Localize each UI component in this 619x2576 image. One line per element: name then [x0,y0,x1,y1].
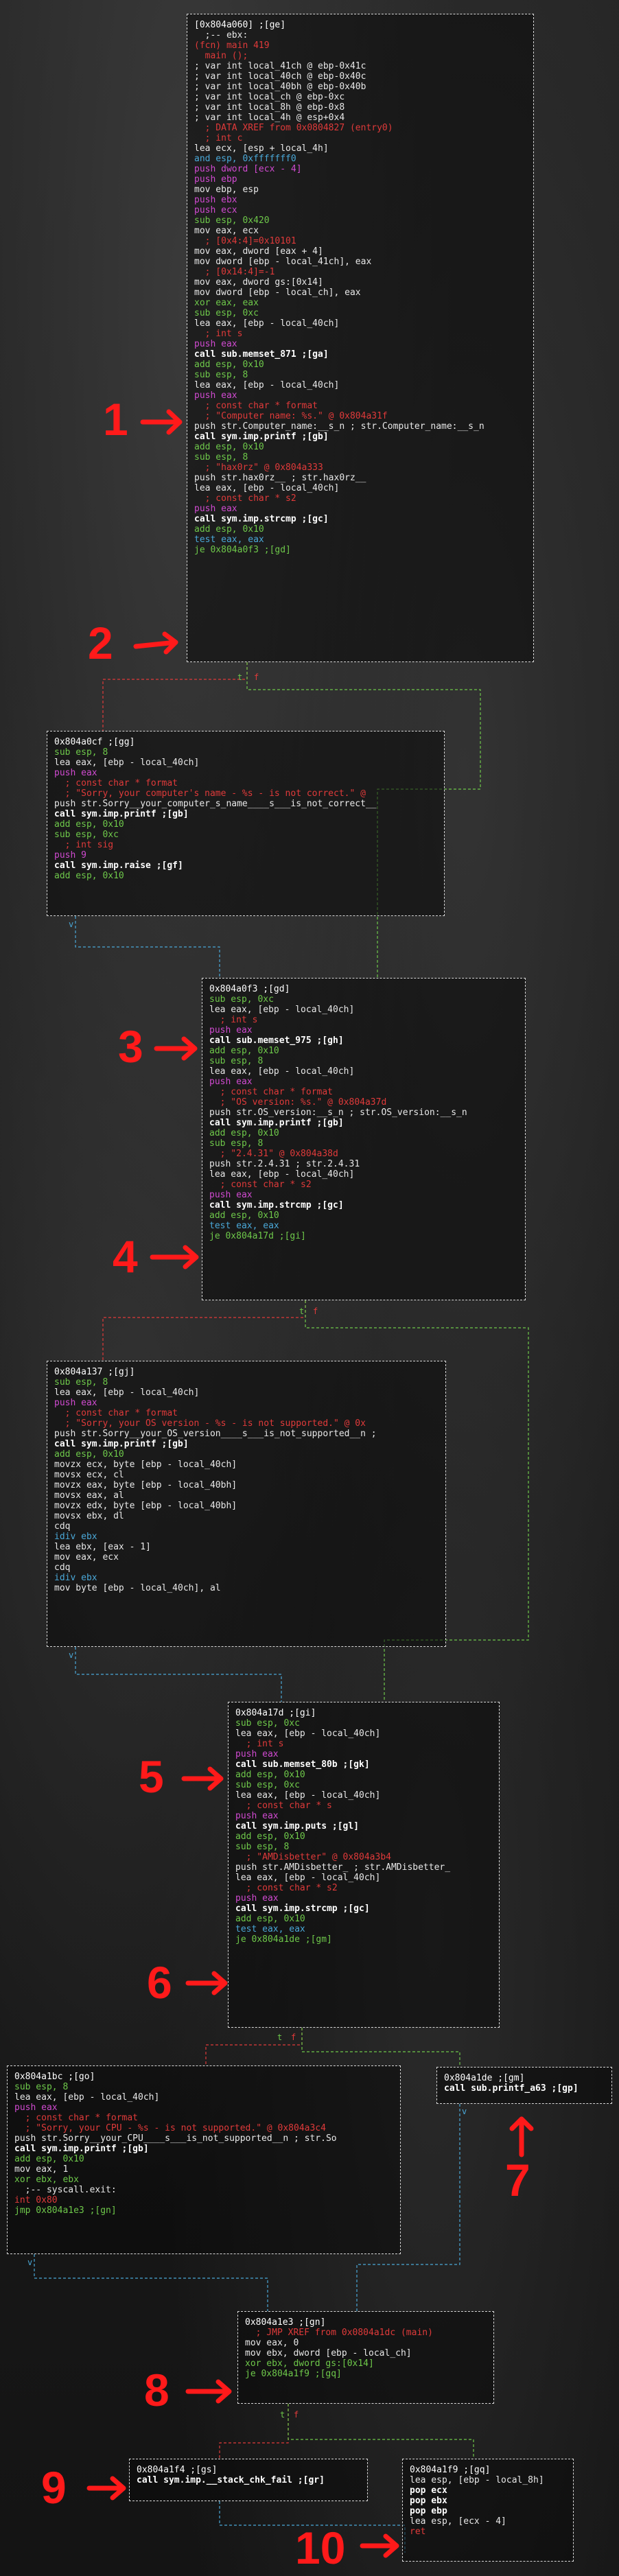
annotation-9: 9 [41,2462,67,2513]
annotation-8: 8 [144,2365,170,2415]
annotation-5: 5 [139,1751,164,1802]
annotation-1: 1 [103,394,128,445]
annotation-2: 2 [88,618,113,668]
annotation-4: 4 [113,1231,138,1282]
annotation-6: 6 [147,1957,172,2008]
annotation-7: 7 [505,2155,530,2205]
annotation-10: 10 [295,2522,346,2573]
annotation-3: 3 [118,1021,143,1072]
